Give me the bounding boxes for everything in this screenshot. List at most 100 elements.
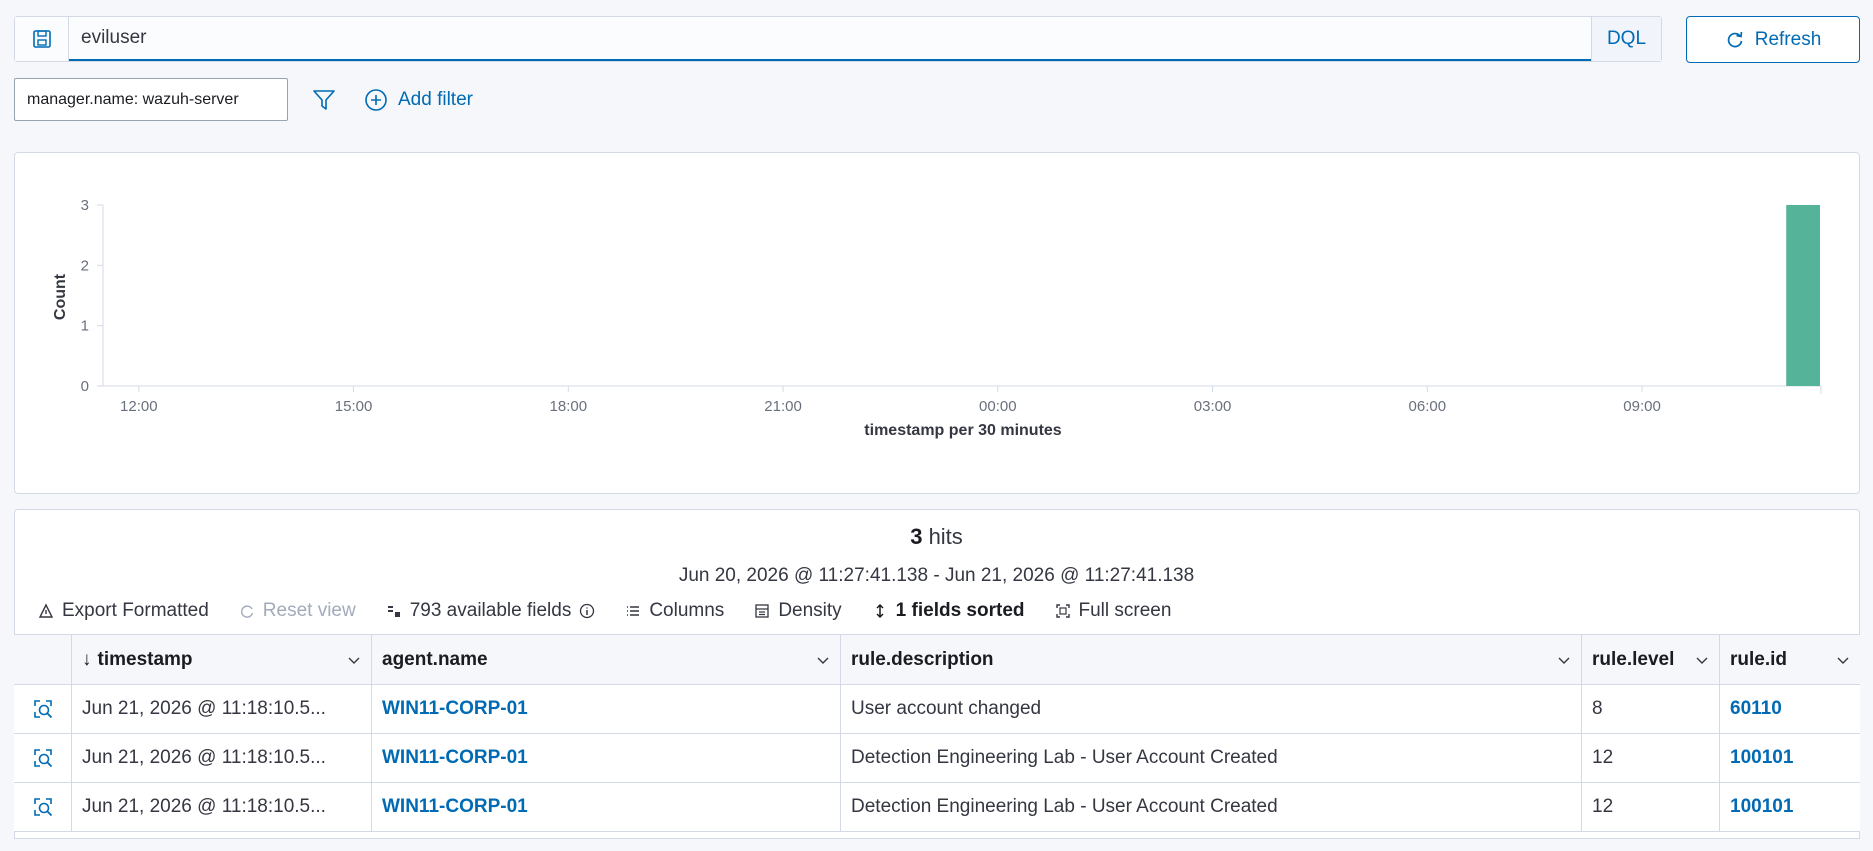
filter-pill[interactable]: manager.name: wazuh-server [14,78,288,121]
query-bar: eviluser DQL [14,16,1662,62]
chevron-down-icon[interactable] [1695,653,1709,667]
table-row: Jun 21, 2026 @ 11:18:10.5... WIN11-CORP-… [14,685,1860,734]
x-tick-label: 12:00 [120,398,158,415]
columns-button[interactable]: Columns [625,600,724,622]
sorted-label: 1 fields sorted [895,600,1025,621]
x-tick-label: 09:00 [1623,398,1661,415]
refresh-icon [1727,31,1743,47]
x-axis-label: timestamp per 30 minutes [864,422,1062,439]
save-icon [32,30,51,48]
refresh-button[interactable]: Refresh [1686,16,1860,63]
x-tick-label: 15:00 [335,398,373,415]
results-table: ↓ timestamp agent.name rule.description … [14,634,1860,834]
density-icon [755,604,769,618]
x-tick-label: 21:00 [764,398,802,415]
column-header-timestamp[interactable]: ↓ timestamp [72,635,372,684]
column-title: rule.description [851,648,994,670]
table-header: ↓ timestamp agent.name rule.description … [14,635,1860,685]
column-title: timestamp [97,648,193,670]
add-filter-label: Add filter [398,89,473,110]
cell-timestamp: Jun 21, 2026 @ 11:18:10.5... [72,685,372,733]
cell-timestamp: Jun 21, 2026 @ 11:18:10.5... [72,734,372,782]
inspect-icon [33,700,52,719]
full-screen-label: Full screen [1078,600,1172,621]
results-toolbar: Export Formatted Reset view 793 availabl… [38,598,1171,624]
y-tick-label: 3 [81,197,89,214]
inspect-document-button[interactable] [14,734,72,782]
time-range: Jun 20, 2026 @ 11:27:41.138 - Jun 21, 20… [678,565,1195,586]
cell-rule-level: 8 [1582,685,1720,733]
density-button[interactable]: Density [754,600,842,622]
y-tick-label: 0 [81,378,89,395]
available-fields-button[interactable]: 793 available fields [386,600,596,622]
y-tick-label: 1 [81,318,89,335]
column-title: rule.level [1592,648,1675,670]
x-tick-label: 06:00 [1409,398,1447,415]
fields-label: 793 available fields [409,600,572,621]
cell-rule-description: Detection Engineering Lab - User Account… [841,734,1582,782]
inspect-icon [33,749,52,768]
sort-icon [876,603,884,619]
cell-rule-description: Detection Engineering Lab - User Account… [841,783,1582,831]
column-header-rule-description[interactable]: rule.description [841,635,1582,684]
chevron-down-icon[interactable] [816,653,830,667]
column-title: rule.id [1730,648,1788,670]
column-header-rule-id[interactable]: rule.id [1720,635,1860,684]
column-header-rule-level[interactable]: rule.level [1582,635,1720,684]
hit-count-value: 3 [910,524,923,549]
header-select-cell [14,635,72,684]
export-label: Export Formatted [62,600,209,621]
x-tick-label: 03:00 [1194,398,1232,415]
inspect-document-button[interactable] [14,783,72,831]
cell-rule-id[interactable]: 100101 [1720,783,1860,831]
cell-agent-name[interactable]: WIN11-CORP-01 [372,783,841,831]
export-icon [38,603,54,618]
full-screen-button[interactable]: Full screen [1055,600,1172,622]
refresh-label: Refresh [1754,28,1822,50]
histogram-panel: Count timestamp per 30 minutes 0 1 2 3 12:00… [14,152,1860,494]
filter-icon[interactable] [312,88,336,112]
full-screen-icon [1055,604,1070,618]
cell-rule-level: 12 [1582,783,1720,831]
cell-rule-description: User account changed [841,685,1582,733]
reset-icon [240,605,253,618]
inspect-icon [33,798,52,817]
hit-count: 3 hits [0,524,1873,550]
histogram-chart: Count timestamp per 30 minutes 0 1 2 3 12:00… [52,197,1822,439]
info-icon [580,603,595,619]
search-input[interactable]: eviluser [69,17,1591,61]
x-tick-label: 00:00 [979,398,1017,415]
export-formatted-button[interactable]: Export Formatted [38,600,209,622]
saved-query-button[interactable] [15,17,69,61]
x-tick-label: 18:00 [550,398,588,415]
y-axis-label: Count [52,273,69,320]
chevron-down-icon[interactable] [347,653,361,667]
table-row: Jun 21, 2026 @ 11:18:10.5... WIN11-CORP-… [14,783,1860,832]
inspect-document-button[interactable] [14,685,72,733]
fields-icon [387,606,400,617]
y-tick-label: 2 [81,257,89,274]
fields-sorted-button[interactable]: 1 fields sorted [872,600,1025,622]
cell-rule-id[interactable]: 60110 [1720,685,1860,733]
cell-agent-name[interactable]: WIN11-CORP-01 [372,734,841,782]
density-label: Density [778,600,842,621]
cell-agent-name[interactable]: WIN11-CORP-01 [372,685,841,733]
add-filter-button[interactable]: Add filter [364,86,473,114]
sort-desc-icon[interactable]: ↓ [82,649,92,671]
cell-rule-level: 12 [1582,734,1720,782]
cell-timestamp: Jun 21, 2026 @ 11:18:10.5... [72,783,372,831]
plus-circle-icon [365,89,387,111]
table-row: Jun 21, 2026 @ 11:18:10.5... WIN11-CORP-… [14,734,1860,783]
query-language-button[interactable]: DQL [1591,17,1661,61]
columns-label: Columns [649,600,725,621]
chevron-down-icon[interactable] [1836,653,1850,667]
reset-label: Reset view [262,600,356,621]
chevron-down-icon[interactable] [1557,653,1571,667]
cell-rule-id[interactable]: 100101 [1720,734,1860,782]
list-icon [627,606,640,616]
reset-view-button[interactable]: Reset view [239,600,356,622]
column-header-agent-name[interactable]: agent.name [372,635,841,684]
histogram-bar[interactable] [1786,205,1820,386]
hit-count-label: hits [928,524,963,549]
column-title: agent.name [382,648,488,670]
